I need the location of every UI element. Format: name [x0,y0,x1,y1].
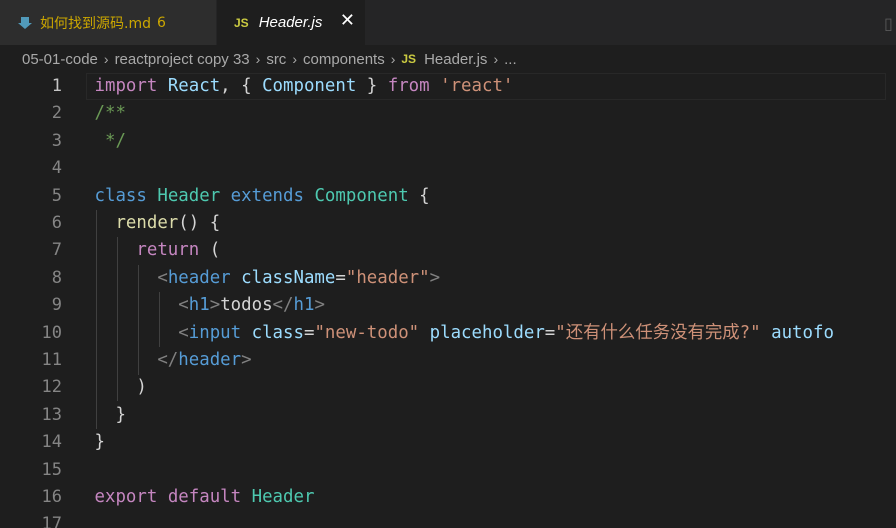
code-line[interactable]: 4 [0,155,896,182]
code-text: </header> [157,350,252,370]
line-number: 2 [51,103,62,124]
line-number: 11 [41,350,62,370]
code-text: render() { [115,213,221,233]
code-line[interactable]: 3 */ [0,128,896,155]
code-text: /** [94,103,126,124]
breadcrumb-item[interactable]: reactproject copy 33 [115,51,250,68]
chevron-right-icon: › [390,51,396,67]
code-text: <header className="header"> [157,267,441,288]
code-line[interactable]: 10 <input class="new-todo" placeholder="… [0,320,896,347]
chevron-right-icon: › [103,51,109,67]
js-icon: JS [234,15,249,30]
line-number: 8 [51,267,62,288]
code-text: */ [94,130,126,151]
breadcrumb: 05-01-code › reactproject copy 33 › src … [0,45,896,73]
problem-count-badge: 6 [156,14,166,31]
breadcrumb-item[interactable]: ... [504,51,517,68]
code-line[interactable]: 6 render() { [0,210,896,237]
code-text: <input class="new-todo" placeholder="还有什… [178,322,834,343]
breadcrumb-item[interactable]: src [266,51,286,68]
line-number: 7 [51,240,62,261]
code-line[interactable]: 14 } [0,429,896,456]
line-number: 6 [51,213,62,233]
line-number: 1 [51,76,62,96]
markdown-icon [18,16,32,29]
tab-markdown-file[interactable]: 如何找到源码.md 6 [0,0,216,45]
code-line[interactable]: 8 <header className="header"> [0,265,896,292]
js-icon: JS [401,52,417,66]
code-line[interactable]: 15 [0,457,896,484]
code-text: return ( [136,240,221,261]
line-number: 5 [51,185,62,206]
line-number: 13 [41,404,62,425]
line-number: 10 [41,322,62,343]
split-editor-icon[interactable]: ▯ [884,14,896,33]
code-line[interactable]: 13 } [0,402,896,429]
tab-label: 如何找到源码.md [40,15,151,32]
code-text: <h1>todos</h1> [178,295,325,316]
tab-header-js[interactable]: JS Header.js ✕ [217,0,365,45]
code-line[interactable]: 2 /** [0,100,896,127]
breadcrumb-item[interactable]: components [303,51,385,68]
line-number: 15 [41,459,62,480]
breadcrumb-item[interactable]: Header.js [424,51,487,68]
code-editor[interactable]: 1 import React, { Component } from 'reac… [0,73,896,528]
line-number: 16 [41,487,62,507]
code-line[interactable]: 7 return ( [0,237,896,264]
chevron-right-icon: › [292,51,297,67]
code-line[interactable]: 11 </header> [0,347,896,374]
code-line[interactable]: 9 <h1>todos</h1> [0,292,896,319]
code-line[interactable]: 16 export default Header [0,484,896,511]
code-text: class Header extends Component { [94,185,430,206]
line-number: 12 [41,377,62,398]
chevron-right-icon: › [255,51,261,67]
code-text: ) [94,377,147,398]
line-number: 9 [51,295,62,316]
code-line[interactable]: 1 import React, { Component } from 'reac… [0,73,896,101]
code-text: import React, { Component } from 'react' [94,76,514,96]
line-number: 4 [51,158,62,179]
line-number: 17 [41,514,62,528]
breadcrumb-item[interactable]: 05-01-code [22,51,98,68]
line-number: 3 [51,130,62,151]
code-text: export default Header [94,487,315,507]
code-text: } [94,432,105,453]
line-number: 14 [41,432,62,453]
code-line[interactable]: 5 class Header extends Component { [0,183,896,210]
chevron-right-icon: › [493,51,499,67]
tab-label: Header.js [258,14,323,31]
code-line[interactable]: 12 ) [0,374,896,401]
close-icon[interactable]: ✕ [340,12,355,30]
code-line[interactable]: 17 [0,511,896,528]
code-text: } [94,404,126,425]
tab-bar: 如何找到源码.md 6 JS Header.js ✕ ▯ [0,0,896,45]
